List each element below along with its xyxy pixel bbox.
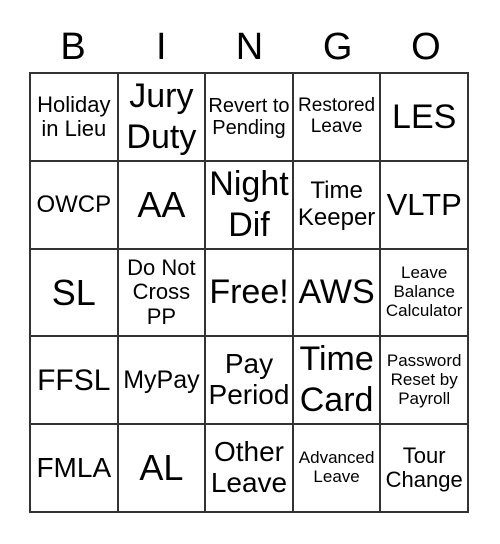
- bingo-cell: AL: [117, 424, 206, 512]
- bingo-cell: OWCP: [30, 160, 118, 249]
- bingo-grid: Holiday in Lieu Jury Duty Revert to Pend…: [29, 72, 469, 513]
- bingo-cell: Do Not Cross PP: [117, 248, 206, 337]
- bingo-cell: Jury Duty: [117, 73, 206, 161]
- bingo-cell: Tour Change: [380, 424, 468, 512]
- bingo-cell: Restored Leave: [292, 73, 381, 161]
- bingo-cell: Other Leave: [205, 424, 293, 512]
- bingo-cell: FFSL: [30, 336, 118, 425]
- bingo-cell: FMLA: [30, 424, 118, 512]
- bingo-cell: Password Reset by Payroll: [380, 336, 468, 425]
- bingo-cell: LES: [380, 73, 468, 161]
- bingo-cell: MyPay: [117, 336, 206, 425]
- bingo-cell: AA: [117, 160, 206, 249]
- bingo-cell: Advanced Leave: [292, 424, 381, 512]
- bingo-cell: Pay Period: [205, 336, 293, 425]
- header-letter-o: O: [411, 26, 441, 68]
- bingo-cell: Leave Balance Calculator: [380, 248, 468, 337]
- bingo-header: B I N G O: [29, 22, 470, 72]
- bingo-cell: Time Keeper: [292, 160, 381, 249]
- bingo-cell: Revert to Pending: [205, 73, 293, 161]
- bingo-cell: Time Card: [292, 336, 381, 425]
- bingo-cell: Holiday in Lieu: [30, 73, 118, 161]
- bingo-cell: AWS: [292, 248, 381, 337]
- header-letter-n: N: [235, 26, 264, 68]
- bingo-cell: SL: [30, 248, 118, 337]
- bingo-cell: VLTP: [380, 160, 468, 249]
- header-letter-g: G: [322, 26, 353, 68]
- bingo-cell: Night Dif: [205, 160, 293, 249]
- free-space-cell: Free!: [205, 248, 293, 337]
- header-letter-i: I: [156, 26, 167, 68]
- header-letter-b: B: [60, 26, 86, 68]
